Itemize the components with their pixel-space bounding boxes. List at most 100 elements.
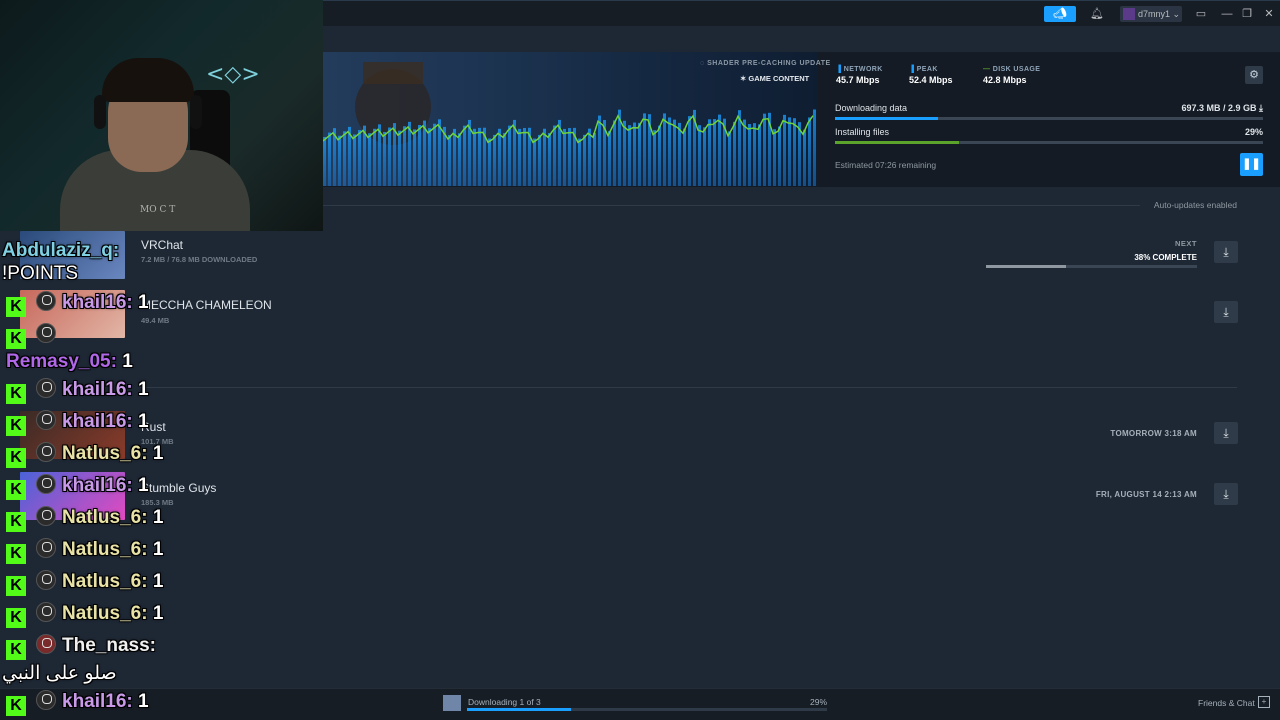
divider (140, 387, 1237, 388)
vrchat-thumbnail[interactable] (20, 231, 125, 279)
installing-label: Installing files (835, 127, 890, 137)
bandwidth-bar (718, 114, 721, 186)
vrchat-title[interactable]: VRChat (141, 238, 183, 252)
stumble-size: 185.3 MB (141, 498, 174, 507)
rust-title[interactable]: Rust (141, 420, 166, 434)
bars-icon: ▐ (909, 66, 915, 73)
bandwidth-bar (503, 133, 506, 186)
user-badge-icon (36, 538, 56, 558)
rust-size: 101.7 MB (141, 437, 174, 446)
bandwidth-bar (453, 128, 456, 186)
bandwidth-bar (323, 137, 326, 186)
bandwidth-bar (488, 138, 491, 186)
installing-value: 29% (1244, 127, 1263, 137)
bandwidth-bar (403, 126, 406, 186)
bandwidth-bar (353, 134, 356, 186)
bandwidth-bar (473, 128, 476, 186)
chat-message: K Natlus_6: 1 (2, 567, 163, 597)
meccha-title[interactable]: MECCHA CHAMELEON (141, 298, 272, 312)
bandwidth-bar (668, 117, 671, 186)
stumble-title[interactable]: Stumble Guys (141, 481, 216, 495)
vrchat-size: 7.2 MB / 76.8 MB DOWNLOADED (141, 255, 258, 264)
bandwidth-bar (383, 131, 386, 186)
stumble-thumbnail[interactable] (20, 472, 125, 520)
wall-poster: MO C T (140, 205, 176, 215)
bars-icon: ▐ (836, 66, 842, 73)
steam-window: 📣︎ 🔔︎ d7mny1 ⌄ ▭ — ❐ ✕ ◌ SHADER PRE-CACH… (0, 0, 1280, 720)
announcement-button[interactable]: 📣︎ (1044, 6, 1076, 22)
bandwidth-bar (553, 125, 556, 186)
next-label: NEXT (1174, 239, 1197, 248)
kick-badge: K (6, 608, 26, 628)
line-icon: — (983, 66, 991, 73)
friends-chat-button[interactable]: Friends & Chat (1198, 698, 1255, 708)
bandwidth-bar (608, 131, 611, 186)
bandwidth-bar (763, 113, 766, 186)
bandwidth-bar (688, 116, 691, 186)
bandwidth-bar (773, 129, 776, 186)
download-icon: ⤓ (1223, 245, 1229, 259)
bandwidth-bar (703, 127, 706, 186)
avatar (1123, 8, 1135, 20)
bandwidth-bar (778, 126, 781, 186)
bandwidth-graph (323, 62, 816, 186)
bandwidth-bar (413, 129, 416, 186)
bandwidth-bar (518, 128, 521, 186)
meccha-download-button[interactable]: ⤓ (1214, 301, 1238, 323)
installing-progress (835, 141, 1263, 144)
bottom-bar: Downloading 1 of 3 29% Friends & Chat + (0, 688, 1280, 720)
gear-icon: ⚙ (1249, 69, 1259, 81)
streamer-hair (102, 58, 194, 102)
settings-button[interactable]: ⚙ (1245, 66, 1263, 84)
spinner-icon: ◌ (700, 60, 705, 67)
bandwidth-bar (373, 128, 376, 186)
bandwidth-bar (433, 123, 436, 186)
minimize-button[interactable]: — (1220, 6, 1234, 22)
pause-button[interactable]: ❚❚ (1240, 153, 1263, 176)
stumble-download-button[interactable]: ⤓ (1214, 483, 1238, 505)
bandwidth-bar (783, 114, 786, 186)
user-badge-icon (36, 378, 56, 398)
bandwidth-bar (638, 122, 641, 186)
bottom-percent: 29% (809, 697, 827, 707)
bandwidth-bar (508, 125, 511, 186)
webcam-overlay: <◇> MO C T (0, 0, 323, 231)
downloading-status[interactable]: Downloading 1 of 3 (468, 697, 541, 707)
pause-icon: ❚❚ (1242, 158, 1261, 170)
big-picture-button[interactable]: ▭ (1194, 6, 1208, 22)
bell-icon: 🔔︎ (1090, 8, 1104, 20)
bandwidth-bar (593, 132, 596, 186)
notifications-button[interactable]: 🔔︎ (1089, 6, 1105, 22)
bandwidth-bar (328, 132, 331, 186)
bandwidth-bar (428, 128, 431, 186)
downloading-progress (835, 117, 1263, 120)
game-artwork (323, 52, 818, 186)
user-menu[interactable]: d7mny1 ⌄ (1120, 6, 1182, 22)
maximize-button[interactable]: ❐ (1240, 6, 1254, 22)
downloading-row: Downloading data 697.3 MB / 2.9 GB ⤓ (835, 103, 1263, 120)
download-icon: ⤓ (1223, 487, 1229, 501)
kick-badge: K (6, 384, 26, 404)
headset (94, 95, 106, 129)
rust-download-button[interactable]: ⤓ (1214, 422, 1238, 444)
plus-icon[interactable]: + (1258, 696, 1270, 708)
bandwidth-bar (543, 128, 546, 186)
bandwidth-bar (343, 131, 346, 186)
bandwidth-bar (588, 128, 591, 186)
headset (190, 95, 202, 129)
close-button[interactable]: ✕ (1262, 6, 1276, 22)
download-icon: ⤓ (1223, 426, 1229, 440)
bandwidth-bar (748, 124, 751, 186)
rust-thumbnail[interactable] (20, 411, 125, 459)
vrchat-download-button[interactable]: ⤓ (1214, 241, 1238, 263)
meccha-thumbnail[interactable] (20, 290, 125, 338)
bandwidth-bar (533, 138, 536, 186)
estimated-remaining: Estimated 07:26 remaining (835, 160, 937, 170)
bandwidth-bar (523, 127, 526, 186)
current-download-thumbnail[interactable] (443, 695, 461, 711)
meccha-size: 49.4 MB (141, 316, 170, 325)
bandwidth-bar (758, 124, 761, 186)
disk-stat: — DISK USAGE 42.8 Mbps (983, 66, 1041, 85)
bandwidth-bar (728, 131, 731, 186)
chat-message: صلو على النبي (2, 663, 117, 684)
